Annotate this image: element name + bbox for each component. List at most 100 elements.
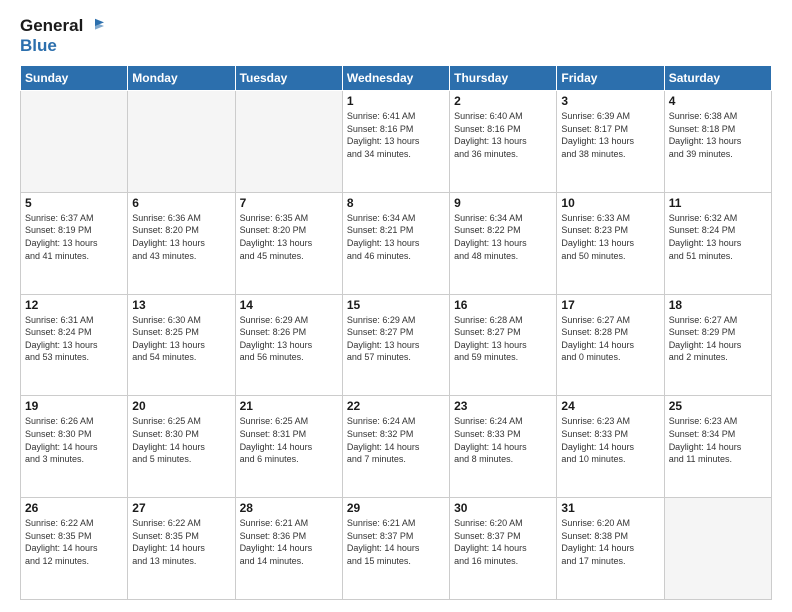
day-cell: 27Sunrise: 6:22 AM Sunset: 8:35 PM Dayli… [128, 498, 235, 600]
day-cell [21, 91, 128, 193]
logo-flag-icon [86, 17, 104, 35]
day-number: 11 [669, 196, 767, 210]
day-info: Sunrise: 6:40 AM Sunset: 8:16 PM Dayligh… [454, 110, 552, 160]
day-cell: 15Sunrise: 6:29 AM Sunset: 8:27 PM Dayli… [342, 294, 449, 396]
day-number: 30 [454, 501, 552, 515]
day-info: Sunrise: 6:21 AM Sunset: 8:36 PM Dayligh… [240, 517, 338, 567]
day-cell: 3 Sunrise: 6:39 AM Sunset: 8:17 PM Daylig… [557, 91, 664, 193]
day-number: 4 [669, 94, 767, 108]
day-info: Sunrise: 6:37 AM Sunset: 8:19 PM Dayligh… [25, 212, 123, 262]
day-number: 5 [25, 196, 123, 210]
day-number: 25 [669, 399, 767, 413]
day-number: 20 [132, 399, 230, 413]
day-number: 29 [347, 501, 445, 515]
logo-general: General [20, 16, 83, 36]
day-info: Sunrise: 6:39 AM Sunset: 8:17 PM Dayligh… [561, 110, 659, 160]
logo: General Blue [20, 16, 104, 55]
day-info: Sunrise: 6:26 AM Sunset: 8:30 PM Dayligh… [25, 415, 123, 465]
day-cell: 24 Sunrise: 6:23 AM Sunset: 8:33 PM Dayli… [557, 396, 664, 498]
day-info: Sunrise: 6:34 AM Sunset: 8:22 PM Dayligh… [454, 212, 552, 262]
day-cell: 21 Sunrise: 6:25 AM Sunset: 8:31 PM Dayli… [235, 396, 342, 498]
day-number: 16 [454, 298, 552, 312]
week-row-4: 19 Sunrise: 6:26 AM Sunset: 8:30 PM Dayli… [21, 396, 772, 498]
day-cell: 4 Sunrise: 6:38 AM Sunset: 8:18 PM Daylig… [664, 91, 771, 193]
day-cell: 28 Sunrise: 6:21 AM Sunset: 8:36 PM Dayli… [235, 498, 342, 600]
day-cell: 30 Sunrise: 6:20 AM Sunset: 8:37 PM Dayli… [450, 498, 557, 600]
day-number: 28 [240, 501, 338, 515]
day-number: 21 [240, 399, 338, 413]
day-info: Sunrise: 6:24 AM Sunset: 8:33 PM Dayligh… [454, 415, 552, 465]
day-cell: 12 Sunrise: 6:31 AM Sunset: 8:24 PM Dayli… [21, 294, 128, 396]
day-cell: 19 Sunrise: 6:26 AM Sunset: 8:30 PM Dayli… [21, 396, 128, 498]
day-info: Sunrise: 6:22 AM Sunset: 8:35 PM Dayligh… [25, 517, 123, 567]
day-cell: 7Sunrise: 6:35 AM Sunset: 8:20 PM Daylig… [235, 192, 342, 294]
logo-text: General Blue [20, 16, 104, 55]
day-number: 3 [561, 94, 659, 108]
day-info: Sunrise: 6:25 AM Sunset: 8:31 PM Dayligh… [240, 415, 338, 465]
day-number: 23 [454, 399, 552, 413]
day-cell: 13Sunrise: 6:30 AM Sunset: 8:25 PM Dayli… [128, 294, 235, 396]
day-number: 12 [25, 298, 123, 312]
day-info: Sunrise: 6:32 AM Sunset: 8:24 PM Dayligh… [669, 212, 767, 262]
day-info: Sunrise: 6:36 AM Sunset: 8:20 PM Dayligh… [132, 212, 230, 262]
weekday-header-row: SundayMondayTuesdayWednesdayThursdayFrid… [21, 66, 772, 91]
logo-blue: Blue [20, 36, 104, 56]
day-number: 24 [561, 399, 659, 413]
day-number: 1 [347, 94, 445, 108]
day-cell: 16 Sunrise: 6:28 AM Sunset: 8:27 PM Dayli… [450, 294, 557, 396]
day-number: 10 [561, 196, 659, 210]
week-row-3: 12 Sunrise: 6:31 AM Sunset: 8:24 PM Dayli… [21, 294, 772, 396]
week-row-5: 26 Sunrise: 6:22 AM Sunset: 8:35 PM Dayli… [21, 498, 772, 600]
day-info: Sunrise: 6:21 AM Sunset: 8:37 PM Dayligh… [347, 517, 445, 567]
day-info: Sunrise: 6:33 AM Sunset: 8:23 PM Dayligh… [561, 212, 659, 262]
day-number: 6 [132, 196, 230, 210]
day-number: 31 [561, 501, 659, 515]
day-cell: 8 Sunrise: 6:34 AM Sunset: 8:21 PM Daylig… [342, 192, 449, 294]
day-number: 8 [347, 196, 445, 210]
day-number: 18 [669, 298, 767, 312]
weekday-header-wednesday: Wednesday [342, 66, 449, 91]
day-number: 9 [454, 196, 552, 210]
day-number: 19 [25, 399, 123, 413]
day-info: Sunrise: 6:20 AM Sunset: 8:38 PM Dayligh… [561, 517, 659, 567]
day-number: 2 [454, 94, 552, 108]
day-info: Sunrise: 6:31 AM Sunset: 8:24 PM Dayligh… [25, 314, 123, 364]
day-cell: 1 Sunrise: 6:41 AM Sunset: 8:16 PM Daylig… [342, 91, 449, 193]
day-info: Sunrise: 6:24 AM Sunset: 8:32 PM Dayligh… [347, 415, 445, 465]
weekday-header-sunday: Sunday [21, 66, 128, 91]
day-cell [664, 498, 771, 600]
day-number: 14 [240, 298, 338, 312]
day-cell: 25 Sunrise: 6:23 AM Sunset: 8:34 PM Dayli… [664, 396, 771, 498]
day-info: Sunrise: 6:29 AM Sunset: 8:26 PM Dayligh… [240, 314, 338, 364]
day-cell: 9 Sunrise: 6:34 AM Sunset: 8:22 PM Daylig… [450, 192, 557, 294]
weekday-header-friday: Friday [557, 66, 664, 91]
day-cell: 18 Sunrise: 6:27 AM Sunset: 8:29 PM Dayli… [664, 294, 771, 396]
weekday-header-saturday: Saturday [664, 66, 771, 91]
week-row-2: 5 Sunrise: 6:37 AM Sunset: 8:19 PM Daylig… [21, 192, 772, 294]
day-info: Sunrise: 6:38 AM Sunset: 8:18 PM Dayligh… [669, 110, 767, 160]
day-info: Sunrise: 6:23 AM Sunset: 8:34 PM Dayligh… [669, 415, 767, 465]
day-number: 22 [347, 399, 445, 413]
weekday-header-monday: Monday [128, 66, 235, 91]
day-info: Sunrise: 6:23 AM Sunset: 8:33 PM Dayligh… [561, 415, 659, 465]
day-cell [128, 91, 235, 193]
day-cell: 20 Sunrise: 6:25 AM Sunset: 8:30 PM Dayli… [128, 396, 235, 498]
day-info: Sunrise: 6:30 AM Sunset: 8:25 PM Dayligh… [132, 314, 230, 364]
day-info: Sunrise: 6:41 AM Sunset: 8:16 PM Dayligh… [347, 110, 445, 160]
page: General Blue SundayMondayTuesdayWednesda… [0, 0, 792, 612]
day-info: Sunrise: 6:20 AM Sunset: 8:37 PM Dayligh… [454, 517, 552, 567]
day-info: Sunrise: 6:27 AM Sunset: 8:28 PM Dayligh… [561, 314, 659, 364]
header: General Blue [20, 16, 772, 55]
day-cell: 22 Sunrise: 6:24 AM Sunset: 8:32 PM Dayli… [342, 396, 449, 498]
day-number: 26 [25, 501, 123, 515]
day-info: Sunrise: 6:28 AM Sunset: 8:27 PM Dayligh… [454, 314, 552, 364]
day-cell: 26 Sunrise: 6:22 AM Sunset: 8:35 PM Dayli… [21, 498, 128, 600]
day-cell: 6 Sunrise: 6:36 AM Sunset: 8:20 PM Daylig… [128, 192, 235, 294]
day-info: Sunrise: 6:27 AM Sunset: 8:29 PM Dayligh… [669, 314, 767, 364]
day-info: Sunrise: 6:34 AM Sunset: 8:21 PM Dayligh… [347, 212, 445, 262]
day-cell: 5 Sunrise: 6:37 AM Sunset: 8:19 PM Daylig… [21, 192, 128, 294]
day-cell [235, 91, 342, 193]
day-info: Sunrise: 6:25 AM Sunset: 8:30 PM Dayligh… [132, 415, 230, 465]
day-cell: 31 Sunrise: 6:20 AM Sunset: 8:38 PM Dayli… [557, 498, 664, 600]
weekday-header-tuesday: Tuesday [235, 66, 342, 91]
